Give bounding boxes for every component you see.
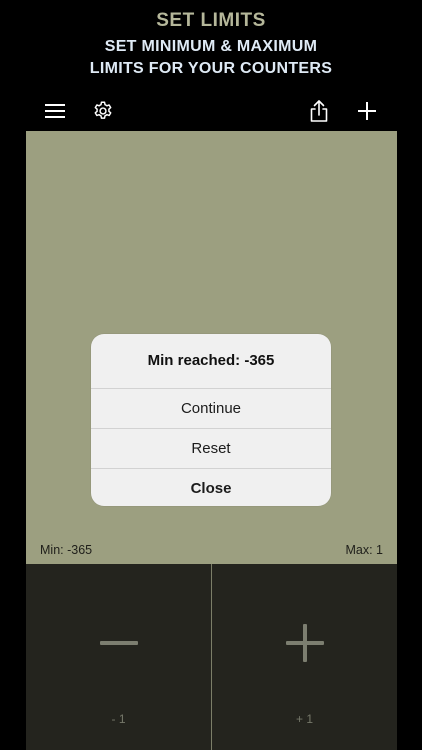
promo-header: SET LIMITS SET MINIMUM & MAXIMUM LIMITS … (0, 0, 422, 80)
toolbar (0, 94, 422, 128)
decrement-label: - 1 (111, 712, 126, 726)
decrement-button[interactable]: - 1 (26, 564, 211, 750)
increment-label: + 1 (295, 712, 313, 726)
share-icon (310, 100, 328, 122)
promo-subtitle-line2: LIMITS FOR YOUR COUNTERS (89, 60, 333, 77)
dialog-title: Min reached: -365 (147, 352, 275, 369)
settings-button[interactable] (86, 94, 120, 128)
min-limit-label: Min: -365 (40, 543, 93, 557)
promo-title: SET LIMITS (156, 10, 266, 31)
share-button[interactable] (302, 94, 336, 128)
add-counter-button[interactable] (350, 94, 384, 128)
reset-button[interactable]: Reset (91, 428, 331, 468)
counter-controls: - 1 + 1 (26, 564, 397, 750)
menu-icon (45, 104, 65, 118)
promo-subtitle: SET MINIMUM & MAXIMUM LIMITS FOR YOUR CO… (0, 36, 422, 80)
max-limit-label: Max: 1 (345, 543, 383, 557)
limit-alert-dialog: Min reached: -365 Continue Reset Close (91, 334, 331, 506)
plus-icon (358, 102, 376, 120)
menu-button[interactable] (38, 94, 72, 128)
gear-icon (94, 101, 112, 119)
increment-button[interactable]: + 1 (212, 564, 397, 750)
continue-button[interactable]: Continue (91, 388, 331, 428)
minus-icon (26, 624, 211, 662)
plus-large-icon (212, 624, 397, 662)
close-button[interactable]: Close (91, 468, 331, 506)
promo-subtitle-line1: SET MINIMUM & MAXIMUM (104, 38, 318, 55)
